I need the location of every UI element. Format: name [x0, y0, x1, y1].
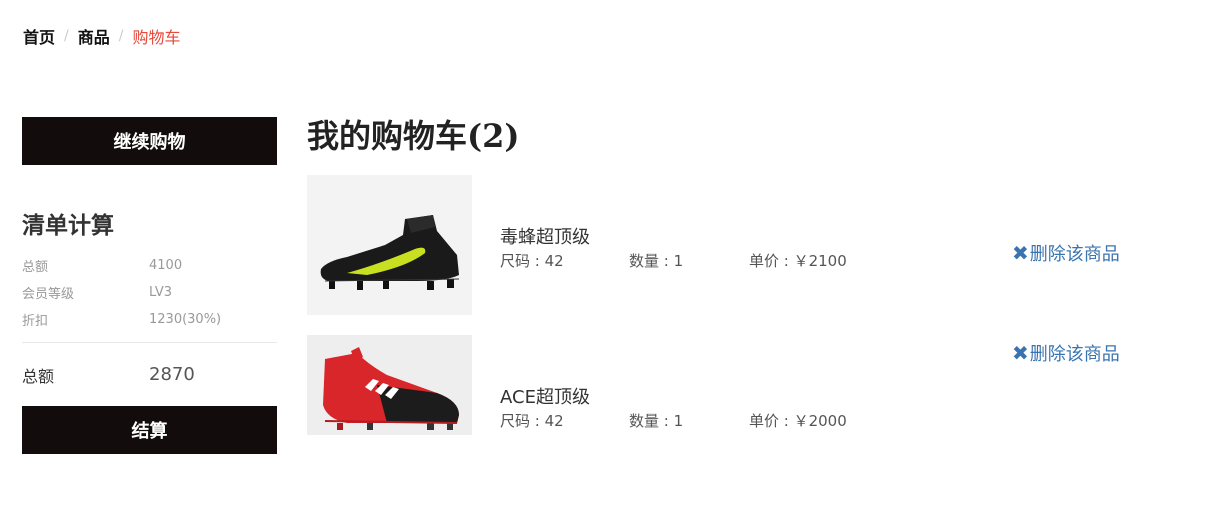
product-specs: 尺码 : 42 数量 : 1 单价 : ￥2000 — [500, 410, 847, 431]
calc-row-subtotal: 总额 4100 — [22, 252, 277, 279]
black-cleat-image — [307, 175, 472, 315]
delete-item-button[interactable]: ✖ 删除该商品 — [1012, 240, 1120, 266]
total-label: 总额 — [22, 366, 55, 386]
breadcrumb: 首页 / 商品 / 购物车 — [23, 24, 180, 48]
cart-item: ACE超顶级 尺码 : 42 数量 : 1 单价 : ￥2000 ✖ 删除该商品 — [307, 335, 1187, 495]
breadcrumb-current: 购物车 — [132, 28, 181, 47]
cart-main: 我的购物车(2) 毒蜂超顶级 尺码 : 42 数量 : 1 单价 : ￥2100 — [307, 113, 1187, 495]
cart-title: 我的购物车(2) — [307, 117, 520, 155]
breadcrumb-products-link[interactable]: 商品 — [78, 24, 110, 48]
calc-row-label: 总额 — [22, 260, 49, 275]
calc-row-value: LV3 — [149, 285, 172, 300]
delete-label: 删除该商品 — [1029, 244, 1120, 265]
total-row: 总额 2870 — [22, 343, 277, 406]
product-image[interactable] — [307, 335, 472, 435]
product-size: 尺码 : 42 — [500, 412, 564, 430]
product-specs: 尺码 : 42 数量 : 1 单价 : ￥2100 — [500, 250, 847, 271]
product-quantity: 数量 : 1 — [629, 412, 684, 430]
cart-item: 毒蜂超顶级 尺码 : 42 数量 : 1 单价 : ￥2100 ✖ 删除该商品 — [307, 175, 1187, 335]
calc-rows: 总额 4100 会员等级 LV3 折扣 1230(30%) — [22, 252, 277, 333]
checkout-button[interactable]: 结算 — [22, 406, 277, 454]
order-summary-sidebar: 继续购物 清单计算 总额 4100 会员等级 LV3 折扣 1230(30%) … — [22, 117, 277, 454]
calc-title: 清单计算 — [22, 212, 114, 239]
close-icon: ✖ — [1012, 241, 1029, 265]
product-quantity: 数量 : 1 — [629, 252, 684, 270]
close-icon: ✖ — [1012, 341, 1029, 365]
calc-row-value: 1230(30%) — [149, 312, 222, 327]
breadcrumb-separator: / — [118, 28, 124, 44]
breadcrumb-home-link[interactable]: 首页 — [23, 24, 55, 48]
calc-row-label: 会员等级 — [22, 287, 75, 302]
delete-item-button[interactable]: ✖ 删除该商品 — [1012, 340, 1120, 366]
product-name: 毒蜂超顶级 — [500, 227, 590, 248]
calc-row-label: 折扣 — [22, 314, 49, 329]
product-price: 单价 : ￥2100 — [749, 252, 847, 270]
calc-row-member-level: 会员等级 LV3 — [22, 279, 277, 306]
product-size: 尺码 : 42 — [500, 252, 564, 270]
calc-row-value: 4100 — [149, 258, 183, 273]
delete-label: 删除该商品 — [1029, 344, 1120, 365]
breadcrumb-separator: / — [64, 28, 69, 44]
red-black-cleat-image — [307, 335, 472, 435]
product-price: 单价 : ￥2000 — [749, 412, 847, 430]
product-name: ACE超顶级 — [500, 387, 590, 408]
product-image[interactable] — [307, 175, 472, 315]
total-value: 2870 — [149, 364, 195, 385]
continue-shopping-button[interactable]: 继续购物 — [22, 117, 277, 165]
calc-row-discount: 折扣 1230(30%) — [22, 306, 277, 333]
